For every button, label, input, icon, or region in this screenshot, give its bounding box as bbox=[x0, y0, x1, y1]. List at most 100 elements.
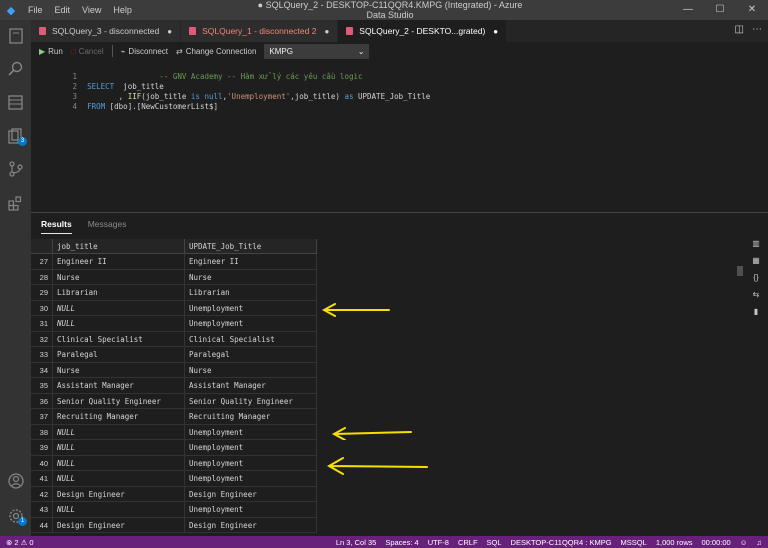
menu-help[interactable]: Help bbox=[107, 5, 138, 15]
cell-job-title[interactable]: Librarian bbox=[53, 285, 185, 300]
cell-update-job-title[interactable]: Clinical Specialist bbox=[185, 331, 317, 346]
table-row[interactable]: 29 Librarian Librarian bbox=[31, 285, 317, 301]
table-row[interactable]: 42 Design Engineer Design Engineer bbox=[31, 486, 317, 502]
cell-update-job-title[interactable]: Engineer II bbox=[185, 254, 317, 269]
cell-job-title[interactable]: Design Engineer bbox=[53, 517, 185, 532]
cell-update-job-title[interactable]: Unemployment bbox=[185, 424, 317, 439]
cell-job-title[interactable]: NULL bbox=[53, 424, 185, 439]
encoding[interactable]: UTF-8 bbox=[428, 538, 449, 547]
save-as-excel-icon[interactable]: ▦ bbox=[752, 256, 760, 265]
cell-job-title[interactable]: Nurse bbox=[53, 362, 185, 377]
cell-job-title[interactable]: NULL bbox=[53, 300, 185, 315]
database-select[interactable]: KMPG ⌄ bbox=[264, 43, 370, 59]
results-grid[interactable]: job_title UPDATE_Job_Title 27 Engineer II… bbox=[31, 239, 317, 533]
cell-update-job-title[interactable]: Unemployment bbox=[185, 300, 317, 315]
settings-gear-icon[interactable]: 1 bbox=[0, 504, 31, 528]
cell-update-job-title[interactable]: Recruiting Manager bbox=[185, 409, 317, 424]
split-editor-icon[interactable]: ◫ bbox=[735, 24, 744, 35]
code-editor[interactable]: 1 -- GNV Academy -- Hàm xử lý các yêu cầ… bbox=[31, 60, 768, 212]
save-as-csv-icon[interactable]: ▥ bbox=[752, 239, 760, 248]
account-icon[interactable] bbox=[0, 469, 31, 493]
cell-update-job-title[interactable]: Nurse bbox=[185, 362, 317, 377]
cell-update-job-title[interactable]: Unemployment bbox=[185, 455, 317, 470]
notifications-bell-icon[interactable]: ♫ bbox=[756, 538, 762, 547]
more-actions-icon[interactable]: ⋯ bbox=[752, 24, 762, 35]
menu-file[interactable]: File bbox=[22, 5, 49, 15]
cell-update-job-title[interactable]: Design Engineer bbox=[185, 486, 317, 501]
table-row[interactable]: 40 NULL Unemployment bbox=[31, 455, 317, 471]
tab-sqlquery-2[interactable]: SQLQuery_2 - DESKTO...grated) ● bbox=[338, 20, 508, 42]
cell-job-title[interactable]: Assistant Manager bbox=[53, 378, 185, 393]
cell-job-title[interactable]: NULL bbox=[53, 502, 185, 517]
server-connection[interactable]: DESKTOP-C11QQR4 : KMPG bbox=[511, 538, 612, 547]
cell-job-title[interactable]: Senior Quality Engineer bbox=[53, 393, 185, 408]
cell-job-title[interactable]: Nurse bbox=[53, 269, 185, 284]
table-row[interactable]: 43 NULL Unemployment bbox=[31, 502, 317, 518]
table-row[interactable]: 35 Assistant Manager Assistant Manager bbox=[31, 378, 317, 394]
cell-update-job-title[interactable]: Senior Quality Engineer bbox=[185, 393, 317, 408]
tab-sqlquery-3[interactable]: SQLQuery_3 - disconnected ● bbox=[31, 20, 182, 42]
cell-job-title[interactable]: NULL bbox=[53, 471, 185, 486]
chart-icon[interactable]: ▮ bbox=[754, 307, 758, 316]
maximize-button[interactable]: ☐ bbox=[704, 0, 736, 20]
search-icon[interactable] bbox=[0, 57, 31, 81]
table-row[interactable]: 34 Nurse Nurse bbox=[31, 362, 317, 378]
source-control-icon[interactable] bbox=[0, 157, 31, 181]
cursor-position[interactable]: Ln 3, Col 35 bbox=[336, 538, 376, 547]
cell-job-title[interactable]: Engineer II bbox=[53, 254, 185, 269]
cell-update-job-title[interactable]: Unemployment bbox=[185, 502, 317, 517]
source-files-icon[interactable]: 3 bbox=[0, 124, 31, 148]
cell-job-title[interactable]: Clinical Specialist bbox=[53, 331, 185, 346]
table-row[interactable]: 39 NULL Unemployment bbox=[31, 440, 317, 456]
cell-update-job-title[interactable]: Unemployment bbox=[185, 471, 317, 486]
minimize-button[interactable]: — bbox=[672, 0, 704, 20]
cell-job-title[interactable]: Paralegal bbox=[53, 347, 185, 362]
save-as-json-icon[interactable]: {} bbox=[753, 273, 758, 282]
tab-sqlquery-1[interactable]: SQLQuery_1 - disconnected 2 ● bbox=[181, 20, 339, 42]
unsaved-dot-icon[interactable]: ● bbox=[167, 27, 172, 36]
unsaved-dot-icon[interactable]: ● bbox=[324, 27, 329, 36]
cell-update-job-title[interactable]: Design Engineer bbox=[185, 517, 317, 532]
problems-indicator[interactable]: ⊗ 2 ⚠ 0 bbox=[6, 538, 34, 547]
cell-job-title[interactable]: NULL bbox=[53, 455, 185, 470]
visualize-icon[interactable]: ⇆ bbox=[753, 290, 760, 299]
feedback-icon[interactable]: ☺ bbox=[740, 538, 748, 547]
table-row[interactable]: 41 NULL Unemployment bbox=[31, 471, 317, 487]
cell-job-title[interactable]: NULL bbox=[53, 440, 185, 455]
cell-job-title[interactable]: Design Engineer bbox=[53, 486, 185, 501]
table-row[interactable]: 28 Nurse Nurse bbox=[31, 269, 317, 285]
grid-scrollbar[interactable] bbox=[737, 266, 743, 276]
table-row[interactable]: 44 Design Engineer Design Engineer bbox=[31, 517, 317, 533]
tab-messages[interactable]: Messages bbox=[88, 219, 127, 234]
menu-edit[interactable]: Edit bbox=[49, 5, 77, 15]
cell-update-job-title[interactable]: Unemployment bbox=[185, 316, 317, 331]
table-row[interactable]: 32 Clinical Specialist Clinical Specialist bbox=[31, 331, 317, 347]
explorer-icon[interactable] bbox=[0, 24, 31, 48]
table-row[interactable]: 30 NULL Unemployment bbox=[31, 300, 317, 316]
disconnect-button[interactable]: ⌁ Disconnect bbox=[121, 47, 168, 56]
table-row[interactable]: 31 NULL Unemployment bbox=[31, 316, 317, 332]
table-row[interactable]: 33 Paralegal Paralegal bbox=[31, 347, 317, 363]
extensions-icon[interactable] bbox=[0, 191, 31, 215]
servers-icon[interactable] bbox=[0, 90, 31, 114]
language-mode[interactable]: SQL bbox=[487, 538, 502, 547]
cell-update-job-title[interactable]: Nurse bbox=[185, 269, 317, 284]
cell-job-title[interactable]: Recruiting Manager bbox=[53, 409, 185, 424]
unsaved-dot-icon[interactable]: ● bbox=[493, 27, 498, 36]
column-header[interactable]: job_title bbox=[53, 239, 185, 253]
change-connection-button[interactable]: ⇄ Change Connection bbox=[176, 47, 256, 56]
cell-update-job-title[interactable]: Paralegal bbox=[185, 347, 317, 362]
table-row[interactable]: 36 Senior Quality Engineer Senior Quality … bbox=[31, 393, 317, 409]
menu-view[interactable]: View bbox=[76, 5, 107, 15]
table-row[interactable]: 27 Engineer II Engineer II bbox=[31, 254, 317, 270]
close-button[interactable]: ✕ bbox=[736, 0, 768, 20]
dialect[interactable]: MSSQL bbox=[621, 538, 647, 547]
indentation[interactable]: Spaces: 4 bbox=[385, 538, 418, 547]
cell-job-title[interactable]: NULL bbox=[53, 316, 185, 331]
tab-results[interactable]: Results bbox=[41, 219, 72, 234]
cell-update-job-title[interactable]: Librarian bbox=[185, 285, 317, 300]
table-row[interactable]: 38 NULL Unemployment bbox=[31, 424, 317, 440]
cancel-button[interactable]: □ Cancel bbox=[71, 47, 104, 56]
cell-update-job-title[interactable]: Unemployment bbox=[185, 440, 317, 455]
cell-update-job-title[interactable]: Assistant Manager bbox=[185, 378, 317, 393]
